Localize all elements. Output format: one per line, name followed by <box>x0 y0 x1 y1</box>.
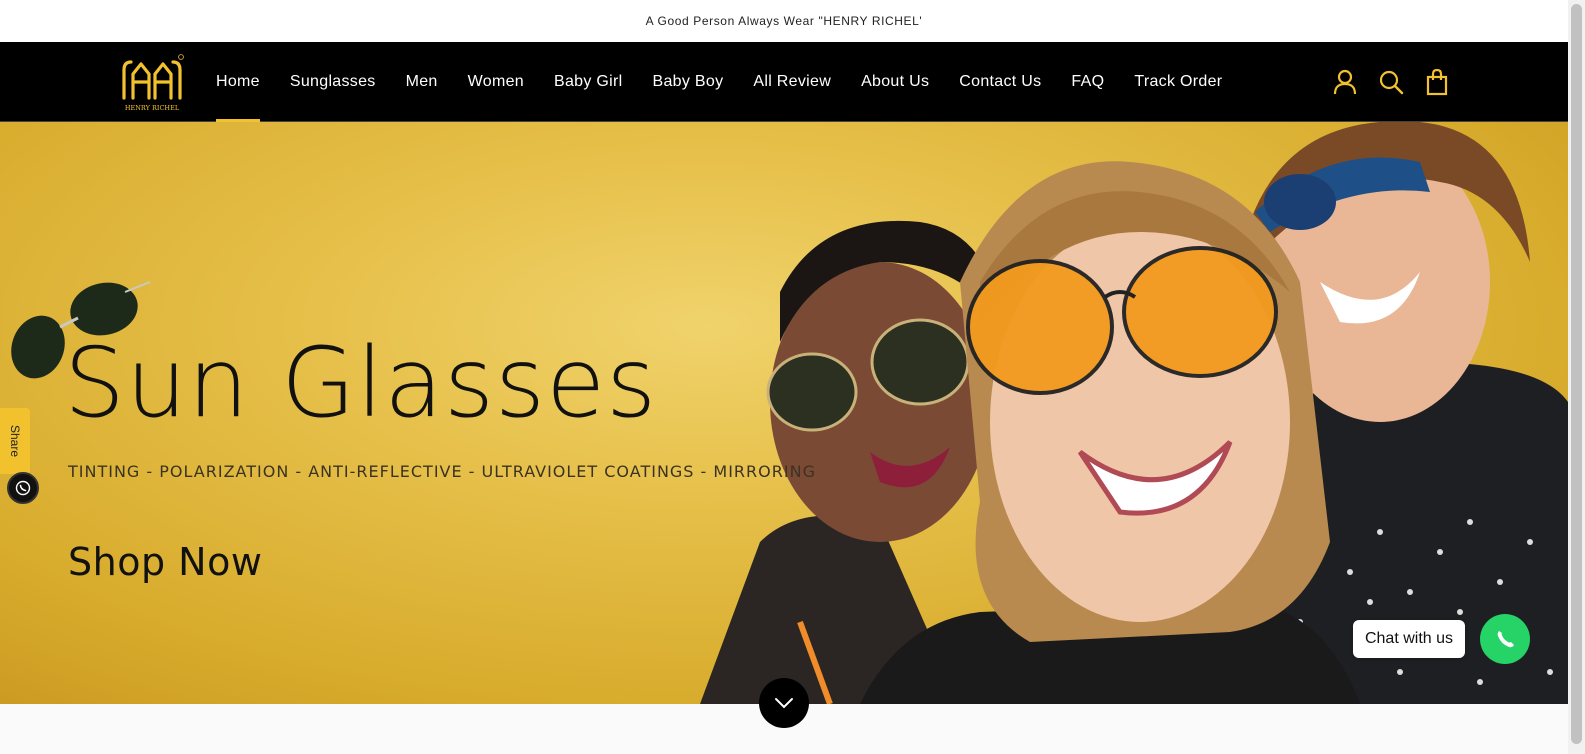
nav-item-contact-us[interactable]: Contact Us <box>959 42 1041 122</box>
search-icon[interactable] <box>1378 68 1404 96</box>
share-tab[interactable]: Share <box>0 408 30 474</box>
cart-icon[interactable] <box>1424 68 1450 96</box>
nav-item-about-us[interactable]: About Us <box>861 42 929 122</box>
scroll-down-button[interactable] <box>759 678 809 728</box>
scrollbar-thumb[interactable] <box>1571 4 1582 744</box>
header-icons <box>1332 68 1450 96</box>
chevron-down-icon <box>775 698 793 709</box>
share-label: Share <box>8 424 22 458</box>
nav-item-home[interactable]: Home <box>216 42 260 122</box>
brand-logo[interactable]: HENRY RICHEL <box>118 52 190 114</box>
site-header: HENRY RICHEL Home Sunglasses Men Women B… <box>0 42 1568 122</box>
hero-title: Sun Glasses <box>64 327 658 439</box>
account-icon[interactable] <box>1332 68 1358 96</box>
announcement-text: A Good Person Always Wear "HENRY RICHEL' <box>645 14 923 28</box>
nav-item-women[interactable]: Women <box>468 42 524 122</box>
models-photo <box>700 122 1568 704</box>
nav-item-faq[interactable]: FAQ <box>1071 42 1104 122</box>
nav-item-baby-boy[interactable]: Baby Boy <box>652 42 723 122</box>
nav-item-sunglasses[interactable]: Sunglasses <box>290 42 376 122</box>
announcement-bar: A Good Person Always Wear "HENRY RICHEL' <box>0 0 1568 42</box>
whatsapp-icon <box>15 480 31 496</box>
hero-banner: Sun Glasses TINTING - POLARIZATION - ANT… <box>0 122 1568 704</box>
brand-logo-text: HENRY RICHEL <box>125 104 180 112</box>
nav-item-baby-girl[interactable]: Baby Girl <box>554 42 623 122</box>
share-whatsapp-button[interactable] <box>7 472 39 504</box>
page-scrollbar[interactable] <box>1568 0 1585 754</box>
page: A Good Person Always Wear "HENRY RICHEL'… <box>0 0 1585 754</box>
nav-item-men[interactable]: Men <box>406 42 438 122</box>
shop-now-button[interactable]: Shop Now <box>68 540 262 584</box>
main-nav: Home Sunglasses Men Women Baby Girl Baby… <box>216 42 1252 122</box>
nav-item-all-review[interactable]: All Review <box>753 42 831 122</box>
chat-whatsapp-button[interactable] <box>1480 614 1530 664</box>
hero-subtitle: TINTING - POLARIZATION - ANTI-REFLECTIVE… <box>68 462 816 481</box>
whatsapp-icon <box>1497 631 1514 648</box>
chat-with-us-label[interactable]: Chat with us <box>1353 620 1465 658</box>
nav-item-track-order[interactable]: Track Order <box>1134 42 1222 122</box>
